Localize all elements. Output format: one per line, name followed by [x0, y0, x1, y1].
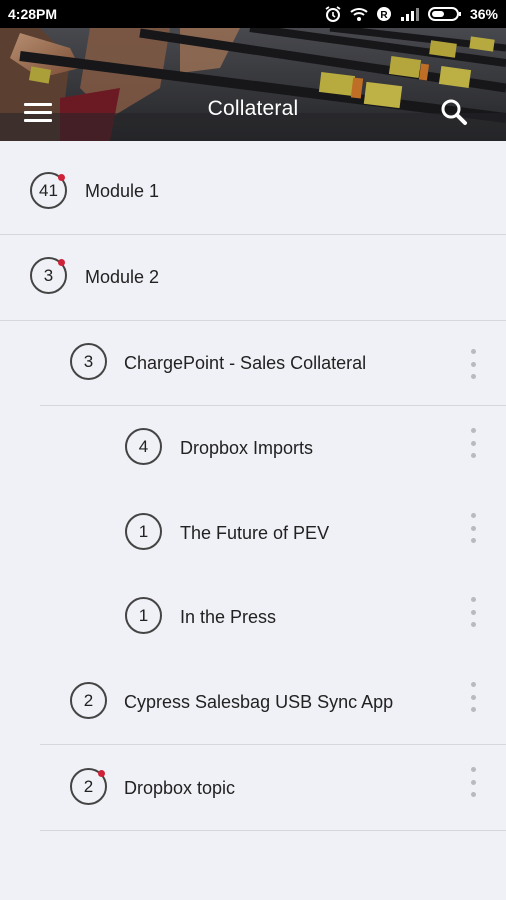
count-value: 3: [83, 351, 94, 371]
count-value: 1: [138, 521, 149, 541]
more-vert-icon-dot: [470, 440, 476, 446]
unread-dot: [58, 174, 65, 181]
more-button[interactable]: [468, 349, 478, 379]
list-item-label: Dropbox topic: [124, 778, 236, 798]
more-button[interactable]: [468, 513, 478, 543]
list-item-label: In the Press: [180, 607, 277, 627]
more-vert-icon: [470, 349, 476, 354]
count-value: 41: [39, 180, 58, 200]
wifi-icon: [350, 6, 368, 22]
signal-icon: [400, 7, 420, 21]
list-item-label: Cypress Salesbag USB Sync App: [124, 692, 394, 712]
more-vert-icon-dot: [470, 707, 476, 712]
list-item-chargepoint-sales-collateral[interactable]: 3 ChargePoint - Sales Collateral: [0, 321, 506, 406]
battery-icon: [427, 6, 462, 22]
list-item-module-2[interactable]: 3 Module 2: [0, 235, 506, 321]
list-item-dropbox-imports[interactable]: 4 Dropbox Imports: [0, 406, 506, 491]
more-button[interactable]: [468, 767, 478, 797]
unread-dot: [98, 770, 105, 777]
count-badge: 2: [70, 768, 107, 805]
more-vert-icon-dot: [470, 453, 476, 458]
count-value: 2: [83, 776, 94, 796]
more-vert-icon: [470, 767, 476, 772]
status-time: 4:28PM: [8, 6, 58, 22]
more-vert-icon-dot: [470, 361, 476, 367]
more-vert-icon-dot: [470, 694, 476, 700]
count-value: 4: [138, 436, 149, 456]
alarm-icon: [324, 5, 342, 23]
data-saver-icon: R: [376, 6, 392, 22]
search-icon: [441, 99, 467, 125]
list-item-the-future-of-pev[interactable]: 1 The Future of PEV: [0, 491, 506, 575]
count-badge: 2: [70, 682, 107, 719]
more-vert-icon-dot: [470, 792, 476, 797]
more-vert-icon-dot: [470, 374, 476, 379]
status-icons: R 36%: [324, 5, 498, 23]
more-vert-icon-dot: [470, 622, 476, 627]
more-button[interactable]: [468, 428, 478, 458]
more-vert-icon-dot: [470, 525, 476, 531]
more-vert-icon-dot: [470, 779, 476, 785]
more-vert-icon: [470, 682, 476, 687]
more-button[interactable]: [468, 597, 478, 627]
more-vert-icon: [470, 513, 476, 518]
more-vert-icon: [470, 597, 476, 602]
more-vert-icon: [470, 428, 476, 433]
list-item-label: Module 1: [85, 181, 160, 201]
count-badge: 1: [125, 597, 162, 634]
collateral-list: 41 Module 1 3 Module 2 3 ChargePoint - S…: [0, 141, 506, 831]
page-title: Collateral: [207, 97, 299, 120]
list-item-label: Module 2: [85, 267, 160, 287]
battery-percent: 36%: [469, 6, 498, 22]
status-bar: 4:28PM R 36%: [0, 0, 506, 28]
count-value: 3: [43, 265, 54, 285]
count-badge: 4: [125, 428, 162, 465]
list-item-cypress-salesbag-usb-sync-app[interactable]: 2 Cypress Salesbag USB Sync App: [0, 660, 506, 745]
list-item-module-1[interactable]: 41 Module 1: [0, 141, 506, 235]
list-item-label: The Future of PEV: [180, 523, 330, 543]
list-item-dropbox-topic[interactable]: 2 Dropbox topic: [0, 745, 506, 831]
unread-dot: [58, 259, 65, 266]
header-background-image: [0, 28, 506, 141]
count-value: 1: [138, 605, 149, 625]
more-button[interactable]: [468, 682, 478, 712]
list-item-label: Dropbox Imports: [180, 438, 314, 458]
list-item-label: ChargePoint - Sales Collateral: [124, 353, 367, 373]
count-badge: 41: [30, 172, 67, 209]
more-vert-icon-dot: [470, 538, 476, 543]
more-vert-icon-dot: [470, 609, 476, 615]
app-header: Collateral: [0, 28, 506, 141]
svg-text:R: R: [380, 10, 388, 21]
count-badge: 1: [125, 513, 162, 550]
search-button[interactable]: [438, 96, 470, 128]
divider: [40, 830, 506, 831]
count-badge: 3: [30, 257, 67, 294]
count-value: 2: [83, 690, 94, 710]
count-badge: 3: [70, 343, 107, 380]
list-item-in-the-press[interactable]: 1 In the Press: [0, 575, 506, 660]
